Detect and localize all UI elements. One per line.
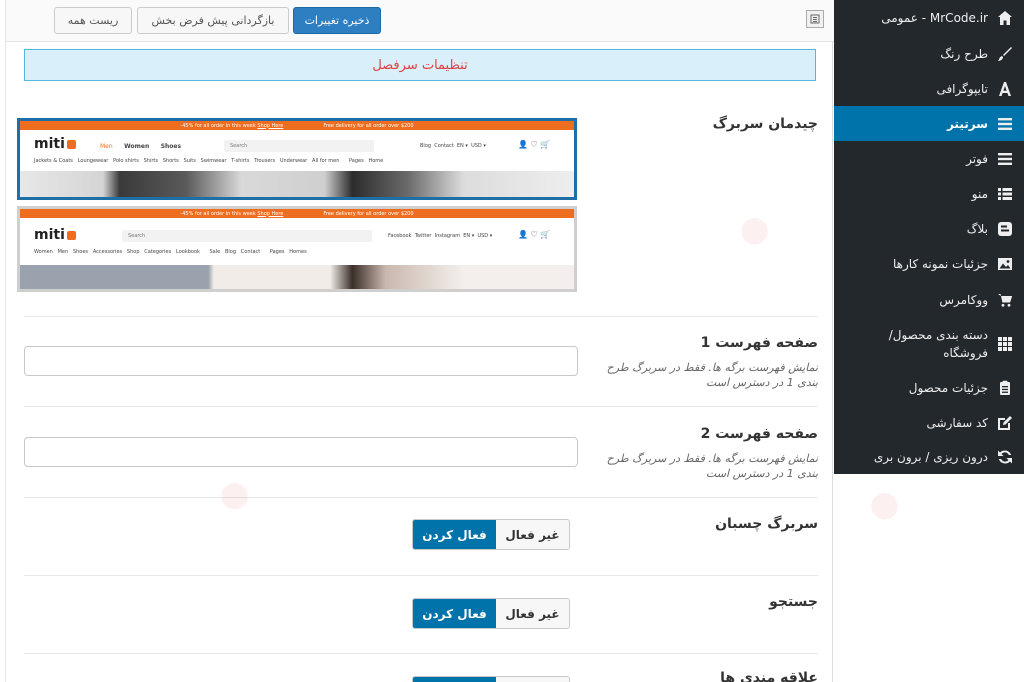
header-layout-option-2[interactable]: -45% for all order in this week Shop Her… (17, 206, 577, 292)
brush-icon (996, 45, 1014, 63)
sidebar-item-label: جزئیات محصول (908, 381, 988, 395)
sidebar-item-11[interactable]: کد سفارشی (834, 405, 1024, 440)
preview-search: Search (122, 230, 372, 242)
reset-all-button[interactable]: ریست همه (54, 7, 132, 34)
preview-hero-image (20, 265, 574, 289)
divider (24, 575, 818, 576)
sidebar-item-label: فوتر (966, 151, 988, 166)
search-disable-button[interactable]: غیر فعال (496, 599, 569, 628)
wishlist-disable-button[interactable] (496, 677, 569, 682)
search-enable-button[interactable]: فعال کردن (413, 599, 496, 628)
divider (24, 497, 818, 498)
sticky-header-disable-button[interactable]: غیر فعال (496, 520, 569, 549)
sidebar-item-label: کد سفارشی (926, 415, 988, 430)
menu-lines-icon (996, 115, 1014, 133)
menu-page-1-input[interactable] (24, 346, 578, 376)
preview-hero-image (20, 171, 574, 197)
preview-promo-bar: -45% for all order in this week Shop Her… (20, 209, 574, 218)
panel-toggle-icon[interactable] (806, 10, 824, 28)
list-icon (996, 185, 1014, 203)
image-icon (996, 255, 1014, 273)
reset-section-button[interactable]: بازگردانی پیش فرض بخش (137, 7, 289, 34)
sticky-header-label: سربرگ چسبان (715, 516, 818, 532)
sidebar-item-2[interactable]: تایپوگرافی (834, 71, 1024, 106)
options-toolbar: ریست همه بازگردانی پیش فرض بخش ذخیره تغی… (6, 0, 834, 42)
typography-icon (996, 80, 1014, 98)
sidebar-item-label: طرح رنگ (940, 46, 988, 61)
preview-promo-left: -45% for all order in this week Shop Her… (180, 210, 284, 217)
sidebar-item-10[interactable]: جزئیات محصول (834, 371, 1024, 405)
preview-utility: Facebook Twitter Instagram EN ▾ USD ▾ (388, 233, 493, 239)
menu-page-2-description: نمایش فهرست برگه ها. فقط در سربرگ طرح بن… (606, 452, 818, 480)
divider (24, 406, 818, 407)
preview-utility: Blog Contact EN ▾ USD ▾ (420, 143, 486, 149)
menu-page-2-label: صفحه فهرست 2 (700, 426, 818, 442)
sidebar-item-0[interactable]: عمومی - MrCode.ir (834, 0, 1024, 35)
section-title-banner: تنظیمات سرفصل (24, 49, 816, 81)
sidebar-item-label: ووکامرس (939, 292, 988, 307)
preview-promo-right: Free delivery for all order over $200 (323, 210, 414, 217)
wishlist-enable-button[interactable] (413, 677, 496, 682)
preview-account-icons: 👤 ♡ 🛒 (518, 230, 551, 239)
options-panel: ریست همه بازگردانی پیش فرض بخش ذخیره تغی… (5, 0, 834, 682)
preview-promo-left: -45% for all order in this week Shop Her… (180, 122, 284, 129)
preview-account-icons: 👤 ♡ 🛒 (518, 140, 551, 149)
sidebar-item-8[interactable]: ووکامرس (834, 282, 1024, 317)
preview-promo-bar: -45% for all order in this week Shop Her… (20, 121, 574, 130)
sidebar-item-9[interactable]: دسته بندی محصول/ فروشگاه (834, 317, 1024, 371)
cart-icon (996, 291, 1014, 309)
save-button[interactable]: ذخیره تغییرات (293, 7, 381, 34)
menu-lines-icon (996, 150, 1014, 168)
sidebar-item-5[interactable]: منو (834, 176, 1024, 211)
sidebar-item-label: تایپوگرافی (936, 81, 988, 96)
divider (24, 316, 818, 317)
menu-page-1-label: صفحه فهرست 1 (700, 335, 818, 351)
header-layout-label: چیدمان سربرگ (712, 116, 818, 132)
sidebar-item-4[interactable]: فوتر (834, 141, 1024, 176)
sticky-header-switch: فعال کردن غیر فعال (412, 519, 570, 550)
sidebar-item-label: عمومی - MrCode.ir (881, 10, 988, 25)
sync-icon (996, 448, 1014, 466)
edit-icon (996, 414, 1014, 432)
home-icon (996, 9, 1014, 27)
preview-categories: Jackets & Coats Loungewear Polo shirts S… (34, 158, 384, 164)
grid-icon (996, 335, 1014, 353)
preview-promo-right: Free delivery for all order over $200 (323, 122, 414, 129)
options-sidebar: عمومی - MrCode.ir طرح رنگ تایپوگرافی سرتیتر… (834, 0, 1024, 474)
preview-logo: miti (34, 136, 76, 152)
section-title: تنظیمات سرفصل (372, 57, 468, 73)
header-layout-option-1[interactable]: -45% for all order in this week Shop Her… (17, 118, 577, 200)
preview-nav: Men Women Shoes (100, 143, 182, 150)
preview-categories: Women Men Shoes Accessories Shop Categor… (34, 249, 307, 255)
sidebar-item-label: سرتیتر (946, 116, 988, 131)
menu-page-2-input[interactable] (24, 437, 578, 467)
sidebar-item-12[interactable]: درون ریزی / برون بری (834, 440, 1024, 474)
preview-logo: miti (34, 227, 76, 243)
blog-icon (996, 220, 1014, 238)
preview-search: Search (224, 140, 374, 152)
wishlist-switch (412, 676, 570, 682)
search-switch: فعال کردن غیر فعال (412, 598, 570, 629)
watermark: ⬤ (870, 490, 900, 520)
sidebar-item-label: درون ریزی / برون بری (873, 450, 988, 464)
menu-page-1-description: نمایش فهرست برگه ها. فقط در سربرگ طرح بن… (606, 361, 818, 389)
divider (24, 653, 818, 654)
sidebar-item-label: دسته بندی محصول/ فروشگاه (888, 328, 988, 360)
clipboard-icon (996, 379, 1014, 397)
wishlist-label: علاقه مندی ها (720, 670, 818, 682)
sidebar-item-7[interactable]: جزئیات نمونه کارها (834, 246, 1024, 282)
sticky-header-enable-button[interactable]: فعال کردن (413, 520, 496, 549)
sidebar-item-6[interactable]: بلاگ (834, 211, 1024, 246)
sidebar-item-label: بلاگ (966, 221, 988, 236)
sidebar-item-label: جزئیات نمونه کارها (893, 257, 988, 271)
sidebar-item-3[interactable]: سرتیتر (834, 106, 1024, 141)
sidebar-item-1[interactable]: طرح رنگ (834, 36, 1024, 71)
sidebar-item-label: منو (971, 186, 988, 201)
search-option-label: جستجو (769, 594, 818, 610)
